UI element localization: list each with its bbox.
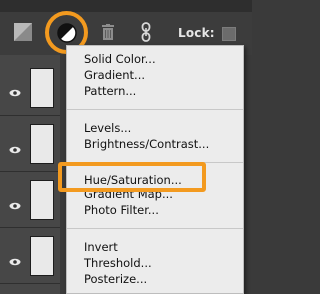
menu-separator (67, 228, 243, 229)
screenshot: Lock: Solid Color... Gradient... Pattern… (0, 0, 252, 294)
menu-item-solid-color[interactable]: Solid Color... (84, 52, 156, 67)
eye-icon[interactable] (9, 139, 21, 158)
lock-label: Lock: (178, 26, 215, 40)
eye-icon[interactable] (9, 82, 21, 101)
eye-icon[interactable] (9, 251, 21, 270)
lock-transparency-checkbox[interactable] (222, 27, 236, 41)
layer-thumbnail (30, 124, 54, 164)
menu-separator (67, 109, 243, 110)
layer-thumbnail (30, 68, 54, 108)
layer-row[interactable] (0, 117, 60, 172)
menu-item-posterize[interactable]: Posterize... (84, 272, 147, 287)
link-icon[interactable] (141, 22, 151, 42)
menu-item-photo-filter[interactable]: Photo Filter... (84, 203, 159, 218)
hue-saturation-highlight-box (58, 162, 206, 192)
panel-header-strip (0, 0, 252, 12)
layer-row[interactable] (0, 229, 60, 284)
menu-item-invert[interactable]: Invert (84, 240, 118, 255)
layer-fill-icon[interactable] (14, 23, 32, 41)
menu-item-threshold[interactable]: Threshold... (84, 256, 152, 271)
layer-row[interactable] (0, 173, 60, 228)
eye-icon[interactable] (9, 195, 21, 214)
menu-item-levels[interactable]: Levels... (84, 121, 131, 136)
layer-thumbnail (30, 180, 54, 220)
menu-item-gradient[interactable]: Gradient... (84, 68, 145, 83)
menu-item-pattern[interactable]: Pattern... (84, 84, 136, 99)
layer-row[interactable] (0, 61, 60, 116)
layer-thumbnail (30, 236, 54, 276)
layers-list (0, 55, 60, 294)
trash-icon[interactable] (101, 24, 115, 41)
menu-item-brightness-contrast[interactable]: Brightness/Contrast... (84, 137, 209, 152)
